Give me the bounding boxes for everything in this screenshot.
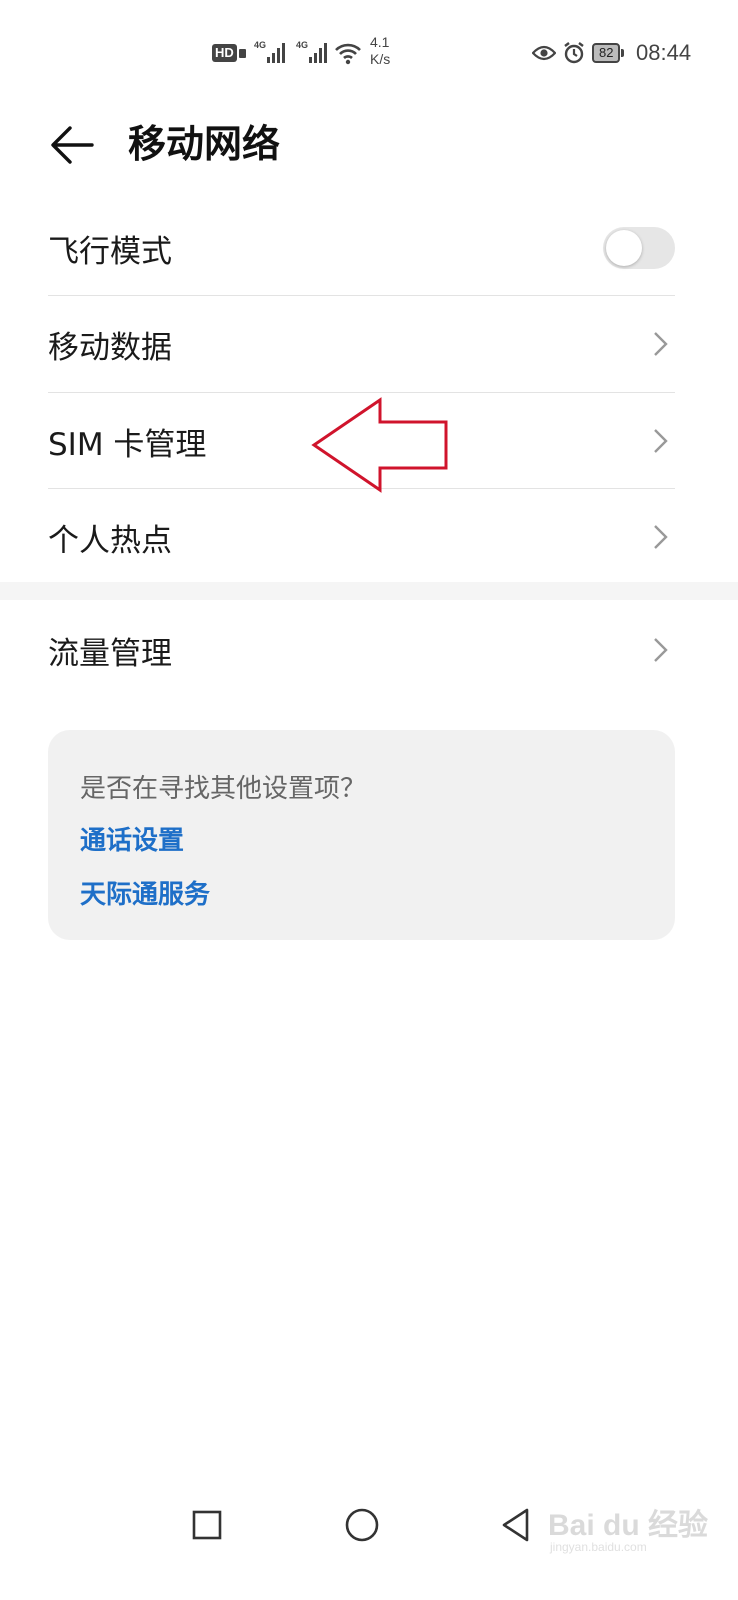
skytone-service-link[interactable]: 天际通服务 <box>80 874 210 911</box>
data-usage-row[interactable]: 流量管理 <box>48 602 675 698</box>
chevron-right-icon <box>654 429 668 453</box>
network-type-label-1: 4G <box>254 40 267 50</box>
hd-label: HD <box>212 44 237 62</box>
suggestion-question: 是否在寻找其他设置项？ <box>80 774 367 804</box>
eye-comfort-icon <box>532 38 556 68</box>
chevron-right-icon <box>654 525 668 549</box>
battery-level: 82 <box>592 43 621 63</box>
recent-apps-button[interactable] <box>182 1500 232 1550</box>
back-button[interactable] <box>44 120 100 170</box>
hd-voice-icon: HD <box>212 38 246 68</box>
suggestion-card: 是否在寻找其他设置项？ 通话设置 天际通服务 <box>48 730 675 940</box>
data-usage-label: 流量管理 <box>48 635 172 672</box>
mobile-data-row[interactable]: 移动数据 <box>48 296 675 392</box>
status-time: 08:44 <box>636 40 692 65</box>
airplane-mode-row[interactable]: 飞行模式 <box>48 200 675 296</box>
section-separator <box>0 582 738 600</box>
back-nav-button[interactable] <box>492 1500 542 1550</box>
wifi-icon <box>334 38 362 68</box>
circle-icon <box>345 1508 379 1542</box>
square-icon <box>192 1510 222 1540</box>
sim-management-label: SIM 卡管理 <box>48 426 207 463</box>
status-bar: HD 4G 4G 4.1 K/s 82 08:44 <box>0 0 738 100</box>
network-speed-unit: K/s <box>370 51 391 67</box>
baidu-watermark: Bai du 经验 jingyan.baidu.com <box>548 1500 708 1590</box>
airplane-mode-label: 飞行模式 <box>48 233 172 270</box>
chevron-right-icon <box>654 638 668 662</box>
network-type-label-2: 4G <box>296 40 309 50</box>
home-button[interactable] <box>337 1500 387 1550</box>
watermark-url: jingyan.baidu.com <box>550 1540 647 1554</box>
personal-hotspot-label: 个人热点 <box>48 522 172 559</box>
cell-signal-icon-1: 4G <box>254 38 286 68</box>
network-speed-value: 4.1 <box>370 34 390 50</box>
cell-signal-icon-2: 4G <box>296 38 328 68</box>
triangle-back-icon <box>502 1508 529 1542</box>
watermark-logo: Bai du 经验 <box>548 1509 709 1542</box>
personal-hotspot-row[interactable]: 个人热点 <box>48 489 675 585</box>
annotation-arrow-icon <box>311 397 448 493</box>
page-title: 移动网络 <box>128 122 281 166</box>
mobile-data-label: 移动数据 <box>48 329 172 366</box>
call-settings-link[interactable]: 通话设置 <box>80 820 184 857</box>
chevron-right-icon <box>654 332 668 356</box>
hd-indicator-icon <box>238 48 246 58</box>
airplane-mode-toggle[interactable] <box>603 227 675 269</box>
back-arrow-icon <box>51 126 94 164</box>
toggle-knob <box>606 230 642 266</box>
network-speed: 4.1 K/s <box>370 34 390 67</box>
battery-icon: 82 <box>592 38 625 68</box>
alarm-icon <box>562 38 586 68</box>
